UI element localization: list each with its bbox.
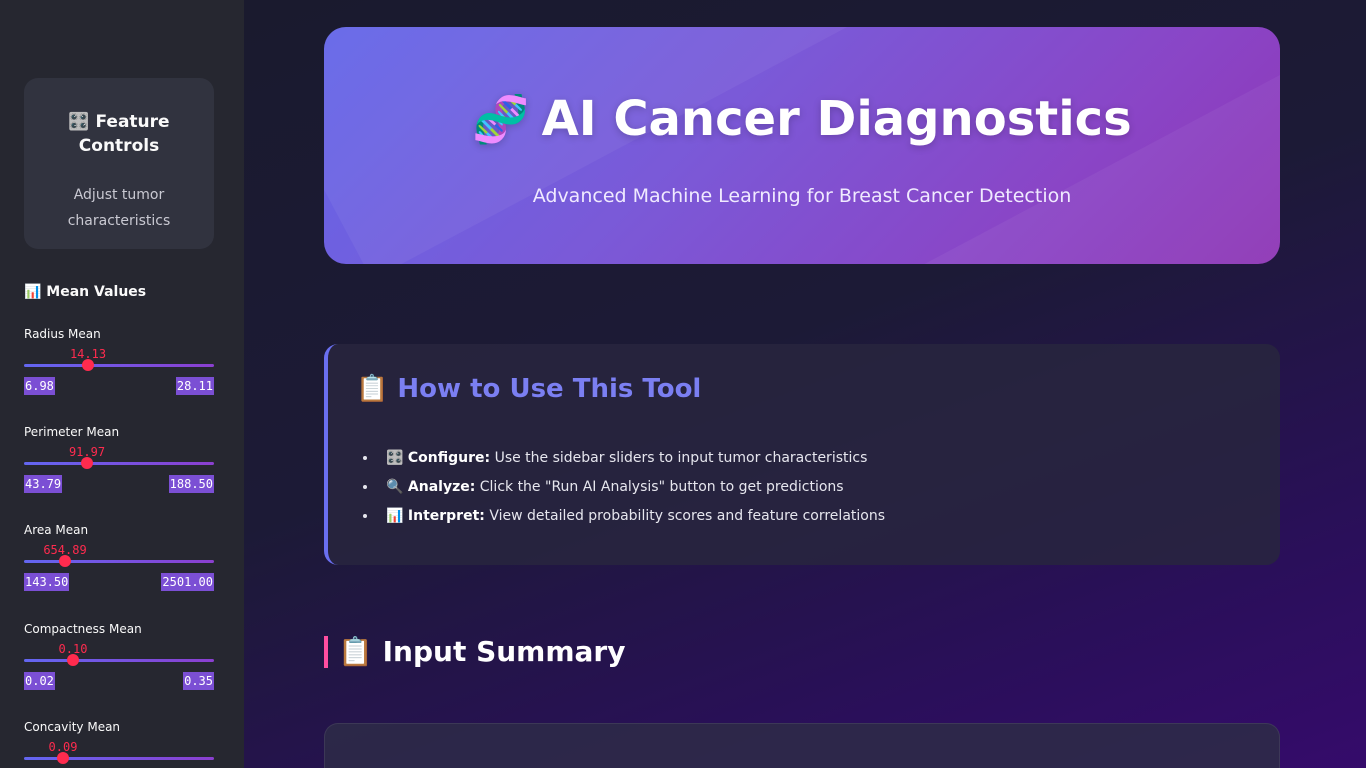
slider-thumb[interactable] [59,555,71,567]
slider-thumb[interactable] [81,457,93,469]
hero-title-text: AI Cancer Diagnostics [541,91,1132,147]
slider-min: 6.98 [24,377,55,395]
slider-track[interactable] [24,364,214,367]
slider-thumb[interactable] [82,359,94,371]
item-text: Use the sidebar sliders to input tumor c… [490,450,868,466]
main-content: 🧬 AI Cancer Diagnostics Advanced Machine … [244,0,1366,768]
feature-controls-subtitle: Adjust tumor characteristics [67,187,171,229]
slider-thumb[interactable] [67,654,79,666]
feature-controls-card: 🎛️ Feature Controls Adjust tumor charact… [24,78,214,249]
slider-track[interactable] [24,659,214,662]
list-item: 🎛️ Configure: Use the sidebar sliders to… [378,444,885,473]
input-summary-heading: 📋 Input Summary [324,636,625,668]
slider-min: 143.50 [24,573,70,591]
item-label: Interpret: [407,508,485,524]
slider-label: Compactness Mean [24,622,142,636]
slider-min: 0.02 [24,672,55,690]
hero-title: 🧬 AI Cancer Diagnostics [324,87,1280,151]
slider-concavity-mean[interactable]: Concavity Mean 0.09 [24,720,214,768]
item-text: View detailed probability scores and fea… [484,508,886,524]
slider-radius-mean[interactable]: Radius Mean 14.13 6.98 28.11 [24,327,214,407]
slider-compactness-mean[interactable]: Compactness Mean 0.10 0.02 0.35 [24,622,214,702]
how-to-list: 🎛️ Configure: Use the sidebar sliders to… [378,444,885,531]
hero-banner: 🧬 AI Cancer Diagnostics Advanced Machine … [324,27,1280,264]
slider-max: 28.11 [175,377,214,395]
dna-icon: 🧬 [472,92,530,146]
slider-track[interactable] [24,462,214,465]
mean-values-heading: 📊 Mean Values [24,284,147,300]
slider-area-mean[interactable]: Area Mean 654.89 143.50 2501.00 [24,523,214,603]
sidebar: 🎛️ Feature Controls Adjust tumor charact… [0,0,244,768]
slider-label: Concavity Mean [24,720,121,734]
item-label: Configure: [407,450,491,466]
slider-thumb[interactable] [57,752,69,764]
list-item: 📊 Interpret: View detailed probability s… [378,502,885,531]
magnifier-icon: 🔍 [386,479,404,495]
sliders-icon: 🎛️ [386,450,404,466]
slider-perimeter-mean[interactable]: Perimeter Mean 91.97 43.79 188.50 [24,425,214,505]
slider-label: Perimeter Mean [24,425,120,439]
slider-max: 188.50 [168,475,214,493]
slider-max: 2501.00 [161,573,214,591]
slider-min: 43.79 [24,475,63,493]
slider-label: Area Mean [24,523,89,537]
slider-max: 0.35 [183,672,214,690]
chart-icon: 📊 [386,508,404,524]
how-to-card: 📋 How to Use This Tool 🎛️ Configure: Use… [324,344,1280,565]
item-label: Analyze: [407,479,476,495]
input-summary-card [324,723,1280,768]
item-text: Click the "Run AI Analysis" button to ge… [475,479,844,495]
slider-track[interactable] [24,560,214,563]
how-to-title: 📋 How to Use This Tool [356,374,702,404]
slider-track[interactable] [24,757,214,760]
list-item: 🔍 Analyze: Click the "Run AI Analysis" b… [378,473,885,502]
slider-label: Radius Mean [24,327,101,341]
hero-subtitle: Advanced Machine Learning for Breast Can… [532,185,1072,207]
feature-controls-title: 🎛️ Feature Controls [68,112,170,156]
